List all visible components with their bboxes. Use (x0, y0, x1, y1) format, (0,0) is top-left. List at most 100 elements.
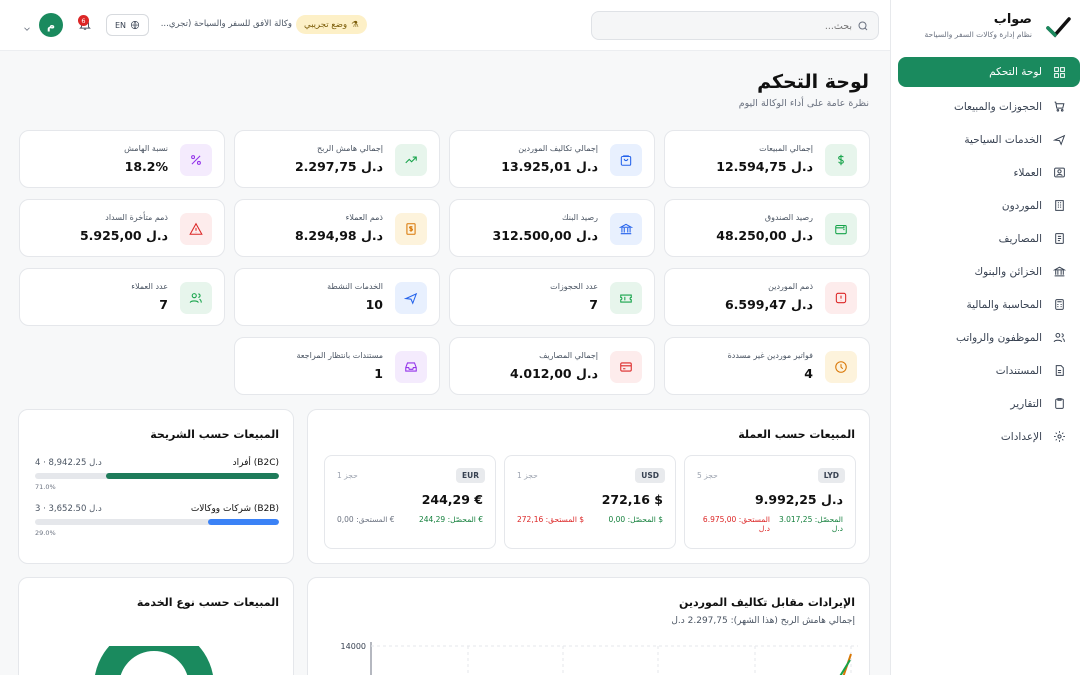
sidebar-item-1[interactable]: الحجوزات والمبيعات (898, 90, 1080, 123)
currency-code: USD (635, 468, 665, 483)
currency-code: LYD (817, 468, 845, 483)
sidebar-item-10[interactable]: التقارير (898, 387, 1080, 420)
sidebar-item-2[interactable]: الخدمات السياحية (898, 123, 1080, 156)
service-donut-chart (95, 646, 213, 675)
stat-icon-box (610, 144, 642, 176)
sidebar-item-5[interactable]: المصاريف (898, 222, 1080, 255)
currency-amount: 244,29 € (421, 492, 483, 507)
main-content: لوحة التحكم نظرة عامة على أداء الوكالة ا… (0, 51, 890, 675)
notifications-button[interactable]: 6 (78, 15, 94, 32)
sales-by-segment-title: المبيعات حسب الشريحة (150, 428, 279, 441)
topbar: وضع تجريبي ⚗ وكالة الأفق للسفر والسياحة … (0, 0, 890, 51)
sidebar-item-label: الموظفون والرواتب (956, 331, 1042, 344)
notification-count: 6 (78, 15, 89, 26)
stat-value: 6.599,47 د.ل (724, 297, 813, 312)
sales-by-service-panel: المبيعات حسب نوع الخدمة (18, 577, 294, 675)
bank-icon (619, 223, 633, 235)
sidebar-item-label: المستندات (995, 364, 1042, 377)
due-amount: المستحق: 272,16 $ (517, 515, 585, 524)
stat-label: ذمم متأخرة السداد (105, 213, 168, 222)
avatar[interactable]: م (39, 13, 63, 37)
gear-icon (1053, 431, 1065, 442)
stat-icon-box (610, 213, 642, 245)
collected-amount: المحصّل: 3.017,25 د.ل (778, 515, 843, 533)
stat-value: 7 (589, 297, 598, 312)
segment-percent: 71.0% (35, 483, 56, 491)
stat-icon-box (825, 282, 857, 314)
segment-percent: 29.0% (35, 529, 56, 537)
brand-name: صواب (993, 12, 1032, 27)
stat-value: 10 (365, 297, 383, 312)
sidebar-item-8[interactable]: الموظفون والرواتب (898, 321, 1080, 354)
chevron-down-icon[interactable] (22, 19, 32, 31)
stat-label: ذمم الموردين (768, 282, 813, 291)
stat-value: 7 (159, 297, 168, 312)
search-box[interactable] (591, 11, 879, 40)
stat-card: إجمالي المبيعات 12.594,75 د.ل (664, 130, 870, 188)
stat-icon-box (395, 213, 427, 245)
page-title: لوحة التحكم (757, 71, 869, 93)
search-input[interactable] (612, 18, 852, 34)
demo-mode-badge: وضع تجريبي ⚗ (296, 15, 367, 34)
stat-card: ذمم متأخرة السداد 5.925,00 د.ل (19, 199, 225, 257)
revenue-chart-title: الإيرادات مقابل تكاليف الموردين (678, 596, 855, 609)
currency-card: LYD 5 حجز 9.992,25 د.ل المحصّل: 3.017,25 د.… (684, 455, 856, 549)
trend-up-icon (405, 156, 417, 164)
sales-by-currency-title: المبيعات حسب العملة (738, 428, 855, 441)
sidebar-item-4[interactable]: الموردون (898, 189, 1080, 222)
sidebar-item-6[interactable]: الخزائن والبنوك (898, 255, 1080, 288)
cost-line (839, 659, 851, 675)
agency-name[interactable]: وكالة الأفق للسفر والسياحة (تجري... (160, 19, 292, 29)
collected-amount: المحصّل: 0,00 $ (608, 515, 663, 524)
segment-value: 4 · 8,942.25 د.ل (35, 458, 102, 468)
globe-icon (130, 20, 140, 30)
plane-icon (404, 292, 418, 305)
revenue-vs-costs-panel: الإيرادات مقابل تكاليف الموردين إجمالي ه… (307, 577, 870, 675)
bag-icon (620, 155, 632, 166)
language-switch[interactable]: EN (106, 14, 149, 36)
stat-value: 312.500,00 د.ل (492, 228, 598, 243)
stat-icon-box (395, 351, 427, 383)
stat-label: عدد العملاء (131, 282, 168, 291)
page-subtitle: نظرة عامة على أداء الوكالة اليوم (738, 98, 869, 109)
due-amount: المستحق: 6.975,00 د.ل (702, 515, 770, 533)
stat-value: 18.2% (124, 159, 168, 174)
sidebar-item-label: الإعدادات (1000, 430, 1042, 443)
stat-icon-box (395, 144, 427, 176)
donut-slice (95, 646, 213, 675)
stat-label: إجمالي هامش الربح (316, 144, 383, 153)
receipt-icon (1054, 233, 1064, 244)
stat-value: 13.925,01 د.ل (501, 159, 598, 174)
sidebar-item-3[interactable]: العملاء (898, 156, 1080, 189)
stat-label: إجمالي المبيعات (759, 144, 813, 153)
stat-card: الخدمات النشطة 10 (234, 268, 440, 326)
currency-amount: 272,16 $ (601, 492, 663, 507)
stat-card: مستندات بانتظار المراجعة 1 (234, 337, 440, 395)
stat-value: 5.925,00 د.ل (79, 228, 168, 243)
invoice-icon (406, 223, 416, 235)
sidebar-item-11[interactable]: الإعدادات (898, 420, 1080, 453)
y-tick-label: 14000 (341, 642, 366, 651)
clock-icon (835, 361, 847, 373)
stat-card: ذمم العملاء 8.294,98 د.ل (234, 199, 440, 257)
stat-card: عدد العملاء 7 (19, 268, 225, 326)
stat-label: إجمالي تكاليف الموردين (518, 144, 598, 153)
stat-value: 4.012,00 د.ل (509, 366, 598, 381)
sidebar-item-label: الموردون (1001, 199, 1042, 212)
currency-card: USD 1 حجز 272,16 $ المحصّل: 0,00 $ المستحق: … (504, 455, 676, 549)
stat-icon-box (825, 351, 857, 383)
clipboard-icon (1054, 398, 1064, 409)
sidebar-item-9[interactable]: المستندات (898, 354, 1080, 387)
stat-card: رصيد البنك 312.500,00 د.ل (449, 199, 655, 257)
revenue-chart-subtitle: إجمالي هامش الربح (هذا الشهر): 2.297,75 … (671, 616, 855, 626)
stat-card: ذمم الموردين 6.599,47 د.ل (664, 268, 870, 326)
alert-triangle-icon (189, 222, 203, 235)
brand-logo (1044, 14, 1072, 42)
sidebar-item-label: التقارير (1010, 397, 1042, 410)
stat-card: إجمالي تكاليف الموردين 13.925,01 د.ل (449, 130, 655, 188)
sidebar-item-icon (1052, 364, 1066, 378)
sidebar-item-label: الحجوزات والمبيعات (953, 100, 1042, 113)
sidebar-item-7[interactable]: المحاسبة والمالية (898, 288, 1080, 321)
sidebar-item-0[interactable]: لوحة التحكم (898, 57, 1080, 87)
stat-icon-box (180, 282, 212, 314)
